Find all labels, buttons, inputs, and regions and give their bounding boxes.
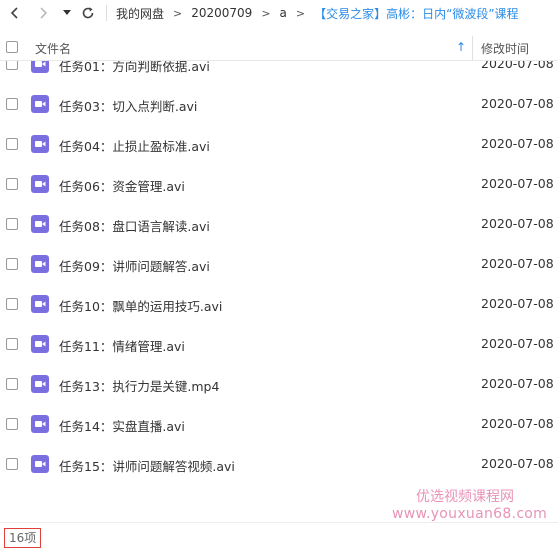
file-list-header: 文件名 ↑ 修改时间 [0, 36, 558, 61]
file-row[interactable]: 任务03：切入点判断.avi 2020-07-08 1 [0, 84, 558, 124]
file-name[interactable]: 任务06：资金管理.avi [59, 176, 185, 195]
column-header-name[interactable]: 文件名 [35, 40, 71, 57]
file-name[interactable]: 任务11：情绪管理.avi [59, 336, 185, 355]
file-name[interactable]: 任务14：实盘直播.avi [59, 416, 185, 435]
file-row[interactable]: 任务09：讲师问题解答.avi 2020-07-08 1 [0, 244, 558, 284]
footer-divider [0, 522, 558, 523]
file-row[interactable]: 任务01：方向判断依据.avi 2020-07-08 1 [0, 61, 558, 84]
file-row[interactable]: 任务08：盘口语言解读.avi 2020-07-08 1 [0, 204, 558, 244]
file-name[interactable]: 任务09：讲师问题解答.avi [59, 256, 210, 275]
chevron-right-icon [40, 7, 48, 19]
caret-down-icon [63, 10, 71, 15]
video-icon [31, 455, 49, 473]
file-row[interactable]: 任务04：止损止盈标准.avi 2020-07-08 1 [0, 124, 558, 164]
video-icon [31, 215, 49, 233]
refresh-button[interactable] [78, 0, 98, 26]
row-checkbox[interactable] [6, 258, 18, 270]
breadcrumb-item-root[interactable]: 我的网盘 [116, 5, 164, 22]
breadcrumb-separator: > [173, 6, 183, 20]
breadcrumb-separator: > [295, 6, 306, 20]
video-icon [31, 61, 49, 73]
breadcrumb-item-a[interactable]: a [280, 6, 287, 20]
file-row[interactable]: 任务15：讲师问题解答视频.avi 2020-07-08 1 [0, 444, 558, 484]
file-modified-date: 2020-07-08 1 [481, 376, 558, 391]
row-checkbox[interactable] [6, 138, 18, 150]
column-divider[interactable] [472, 36, 473, 60]
file-modified-date: 2020-07-08 1 [481, 96, 558, 111]
nav-divider [106, 5, 107, 21]
back-button[interactable] [6, 0, 24, 26]
file-modified-date: 2020-07-08 1 [481, 456, 558, 471]
file-modified-date: 2020-07-08 1 [481, 176, 558, 191]
file-name[interactable]: 任务15：讲师问题解答视频.avi [59, 456, 235, 475]
file-modified-date: 2020-07-08 1 [481, 416, 558, 431]
file-list[interactable]: 任务7：讲师解答文档三2020-07-08 1任务01：方向判断依据.avi20… [0, 61, 558, 522]
history-dropdown-button[interactable] [60, 0, 74, 26]
row-checkbox[interactable] [6, 61, 18, 70]
watermark-title: 优选视频课程网 [416, 489, 514, 505]
file-row[interactable]: 任务11：情绪管理.avi 2020-07-08 1 [0, 324, 558, 364]
refresh-icon [82, 7, 94, 19]
file-name[interactable]: 任务13：执行力是关键.mp4 [59, 376, 219, 395]
video-icon [31, 255, 49, 273]
video-icon [31, 295, 49, 313]
file-name[interactable]: 任务03：切入点判断.avi [59, 96, 197, 115]
row-checkbox[interactable] [6, 338, 18, 350]
column-header-modified[interactable]: 修改时间 [481, 40, 529, 57]
file-modified-date: 2020-07-08 1 [481, 61, 558, 71]
select-all-checkbox[interactable] [6, 41, 18, 53]
file-modified-date: 2020-07-08 1 [481, 296, 558, 311]
file-row[interactable]: 任务10：飘单的运用技巧.avi 2020-07-08 1 [0, 284, 558, 324]
row-checkbox[interactable] [6, 98, 18, 110]
chevron-left-icon [10, 7, 18, 19]
file-name[interactable]: 任务01：方向判断依据.avi [59, 61, 210, 75]
forward-button[interactable] [34, 0, 52, 26]
row-checkbox[interactable] [6, 378, 18, 390]
watermark-url: www.youxuan68.com [392, 506, 548, 522]
video-icon [31, 175, 49, 193]
file-modified-date: 2020-07-08 1 [481, 216, 558, 231]
row-checkbox[interactable] [6, 178, 18, 190]
row-checkbox[interactable] [6, 218, 18, 230]
file-name[interactable]: 任务04：止损止盈标准.avi [59, 136, 210, 155]
video-icon [31, 415, 49, 433]
file-row[interactable]: 任务13：执行力是关键.mp4 2020-07-08 1 [0, 364, 558, 404]
video-icon [31, 95, 49, 113]
row-checkbox[interactable] [6, 298, 18, 310]
nav-bar: 我的网盘 > 20200709 > a > 【交易之家】高彬：日内“微波段”课程 [0, 0, 558, 26]
breadcrumb: 我的网盘 > 20200709 > a > 【交易之家】高彬：日内“微波段”课程 [116, 0, 519, 26]
row-checkbox[interactable] [6, 418, 18, 430]
file-rows: 任务7：讲师解答文档三2020-07-08 1任务01：方向判断依据.avi20… [0, 61, 558, 484]
breadcrumb-item-date-folder[interactable]: 20200709 [191, 6, 252, 20]
file-name[interactable]: 任务08：盘口语言解读.avi [59, 216, 210, 235]
file-modified-date: 2020-07-08 1 [481, 336, 558, 351]
file-modified-date: 2020-07-08 1 [481, 256, 558, 271]
breadcrumb-separator: > [261, 6, 271, 20]
item-count: 16项 [4, 528, 42, 548]
file-row[interactable]: 任务14：实盘直播.avi 2020-07-08 1 [0, 404, 558, 444]
video-icon [31, 135, 49, 153]
file-modified-date: 2020-07-08 1 [481, 136, 558, 151]
breadcrumb-item-current[interactable]: 【交易之家】高彬：日内“微波段”课程 [314, 5, 518, 22]
file-name[interactable]: 任务10：飘单的运用技巧.avi [59, 296, 222, 315]
sort-arrow-icon[interactable]: ↑ [456, 40, 466, 54]
file-row[interactable]: 任务06：资金管理.avi 2020-07-08 1 [0, 164, 558, 204]
video-icon [31, 375, 49, 393]
video-icon [31, 335, 49, 353]
row-checkbox[interactable] [6, 458, 18, 470]
